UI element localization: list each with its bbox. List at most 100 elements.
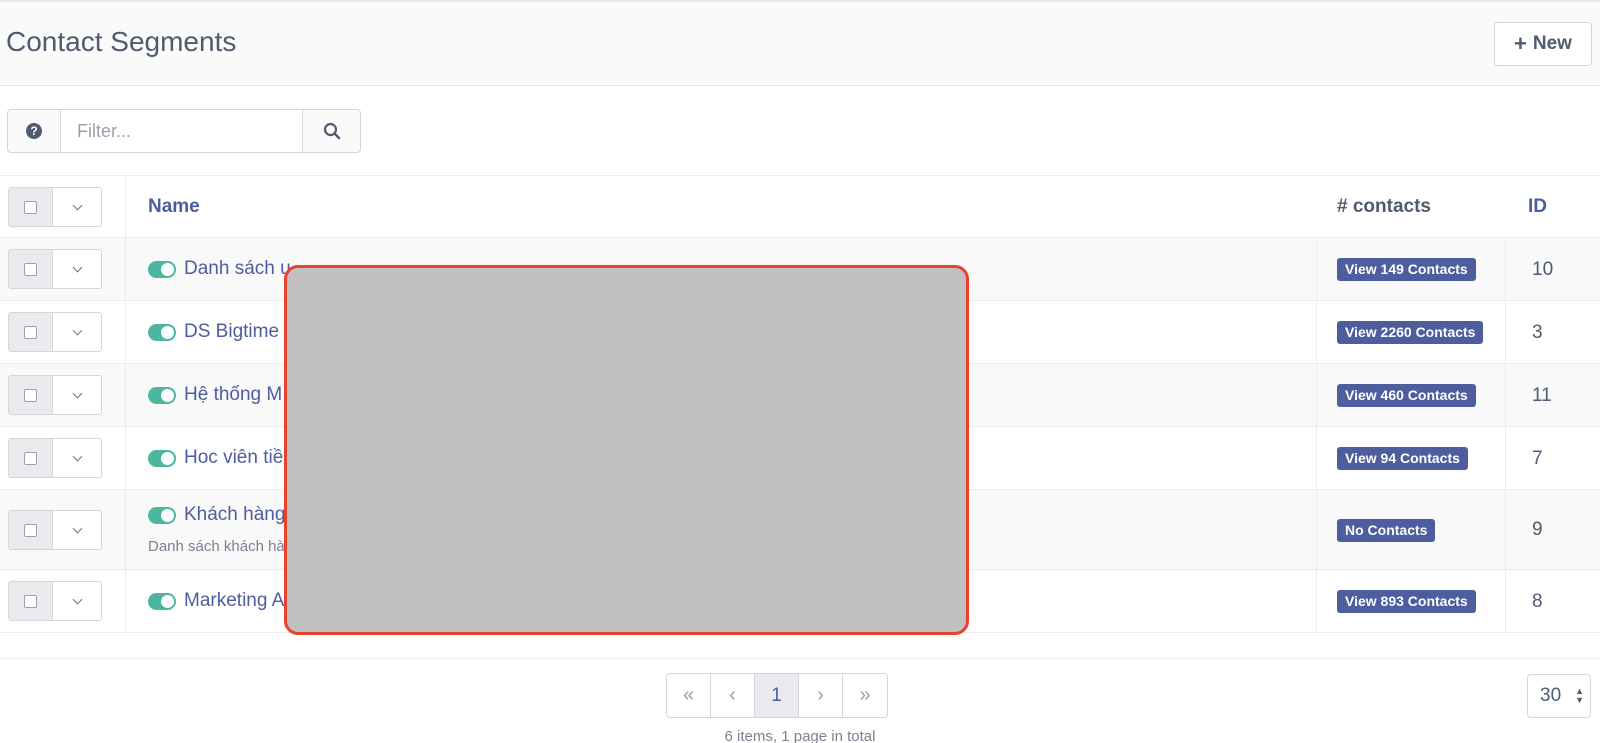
row-checkbox[interactable] — [9, 582, 53, 620]
checkbox-square — [24, 388, 37, 402]
row-actions-dropdown[interactable] — [53, 511, 101, 549]
filter-bar: ? — [7, 109, 361, 153]
chevron-down-icon — [72, 523, 82, 533]
view-contacts-badge[interactable]: View 2260 Contacts — [1337, 321, 1484, 344]
segment-description: Danh sách khách hà — [148, 538, 285, 555]
checkbox-square — [24, 200, 37, 214]
next-page-button[interactable]: › — [799, 674, 843, 717]
name-line: Khách hàng — [148, 504, 285, 526]
header-check-cell — [0, 176, 126, 237]
help-button[interactable]: ? — [7, 109, 61, 153]
row-select-group — [8, 249, 102, 289]
row-select-group — [8, 438, 102, 478]
column-header-contacts: # contacts — [1337, 196, 1431, 217]
select-arrows-icon: ▲ ▼ — [1575, 686, 1584, 705]
column-header-name[interactable]: Name — [148, 196, 200, 218]
search-icon — [323, 122, 340, 140]
view-contacts-badge[interactable]: View 893 Contacts — [1337, 590, 1476, 613]
segment-name-link[interactable]: Hoc viên tiề — [184, 447, 283, 469]
view-contacts-badge[interactable]: View 149 Contacts — [1337, 258, 1476, 281]
per-page-value: 30 — [1540, 685, 1562, 706]
prev-page-button[interactable]: ‹ — [711, 674, 755, 717]
view-contacts-badge[interactable]: No Contacts — [1337, 519, 1436, 542]
toggle-on-icon[interactable] — [148, 592, 176, 610]
row-select-group — [8, 510, 102, 550]
view-contacts-badge[interactable]: View 460 Contacts — [1337, 384, 1476, 407]
row-actions-dropdown[interactable] — [53, 250, 101, 288]
row-check-cell — [0, 427, 126, 489]
chevron-down-icon — [72, 325, 82, 335]
row-checkbox[interactable] — [9, 250, 53, 288]
row-select-group — [8, 581, 102, 621]
name-line: Hệ thống M — [148, 384, 282, 406]
row-checkbox[interactable] — [9, 439, 53, 477]
name-line: Marketing A — [148, 590, 284, 612]
contacts-cell: View 149 Contacts — [1316, 238, 1506, 300]
row-check-cell — [0, 490, 126, 569]
question-circle-icon: ? — [26, 123, 42, 139]
filter-input[interactable] — [61, 109, 302, 153]
checkbox-square — [24, 325, 37, 339]
last-page-button[interactable]: » — [843, 674, 887, 717]
row-check-cell — [0, 364, 126, 426]
toggle-on-icon[interactable] — [148, 323, 176, 341]
name-line: Hoc viên tiề — [148, 447, 283, 469]
name-line: DS Bigtime — [148, 321, 279, 343]
row-actions-dropdown[interactable] — [53, 376, 101, 414]
search-button[interactable] — [302, 109, 361, 153]
segment-name-link[interactable]: DS Bigtime — [184, 321, 279, 343]
bulk-actions-dropdown[interactable] — [53, 188, 101, 226]
row-check-cell — [0, 570, 126, 632]
row-checkbox[interactable] — [9, 376, 53, 414]
segment-name-link[interactable]: Khách hàng — [184, 504, 285, 526]
row-check-cell — [0, 301, 126, 363]
segment-name-link[interactable]: Danh sách u — [184, 258, 291, 280]
toggle-on-icon[interactable] — [148, 449, 176, 467]
checkbox-square — [24, 594, 37, 608]
select-all-checkbox[interactable] — [9, 188, 53, 226]
row-actions-dropdown[interactable] — [53, 439, 101, 477]
chevron-down-icon — [72, 451, 82, 461]
segment-id: 10 — [1532, 259, 1554, 280]
page-title: Contact Segments — [6, 26, 237, 57]
new-button-label: New — [1532, 33, 1572, 54]
pagination: « ‹ 1 › » — [666, 673, 888, 718]
chevron-down-icon — [72, 200, 82, 210]
toggle-on-icon[interactable] — [148, 260, 176, 278]
row-checkbox[interactable] — [9, 313, 53, 351]
row-actions-dropdown[interactable] — [53, 313, 101, 351]
view-contacts-badge[interactable]: View 94 Contacts — [1337, 447, 1468, 470]
row-select-group — [8, 375, 102, 415]
segment-id: 11 — [1532, 385, 1552, 406]
column-header-id[interactable]: ID — [1528, 196, 1547, 218]
segment-id: 3 — [1532, 322, 1543, 343]
first-page-button[interactable]: « — [667, 674, 711, 717]
current-page-button[interactable]: 1 — [755, 674, 799, 717]
contacts-cell: View 94 Contacts — [1316, 427, 1506, 489]
contacts-cell: No Contacts — [1316, 490, 1506, 569]
contacts-cell: View 893 Contacts — [1316, 570, 1506, 632]
footer-divider — [0, 658, 1600, 659]
segment-id: 9 — [1532, 519, 1543, 540]
row-actions-dropdown[interactable] — [53, 582, 101, 620]
select-all-group — [8, 187, 102, 227]
plus-icon: + — [1514, 31, 1527, 56]
segment-name-link[interactable]: Marketing A — [184, 590, 284, 612]
row-select-group — [8, 312, 102, 352]
chevron-down-icon — [72, 594, 82, 604]
contacts-cell: View 460 Contacts — [1316, 364, 1506, 426]
pagination-summary: 6 items, 1 page in total — [724, 728, 876, 743]
row-check-cell — [0, 238, 126, 300]
per-page-select[interactable]: 30 ▲ ▼ — [1527, 674, 1591, 718]
checkbox-square — [24, 451, 37, 465]
segment-name-link[interactable]: Hệ thống M — [184, 384, 282, 406]
toggle-on-icon[interactable] — [148, 506, 176, 524]
segment-id: 7 — [1532, 448, 1543, 469]
new-segment-button[interactable]: + New — [1494, 22, 1592, 66]
segment-id: 8 — [1532, 591, 1543, 612]
toggle-on-icon[interactable] — [148, 386, 176, 404]
chevron-down-icon — [72, 388, 82, 398]
row-checkbox[interactable] — [9, 511, 53, 549]
page-header: Contact Segments + New — [0, 0, 1600, 86]
redaction-overlay — [284, 265, 969, 635]
